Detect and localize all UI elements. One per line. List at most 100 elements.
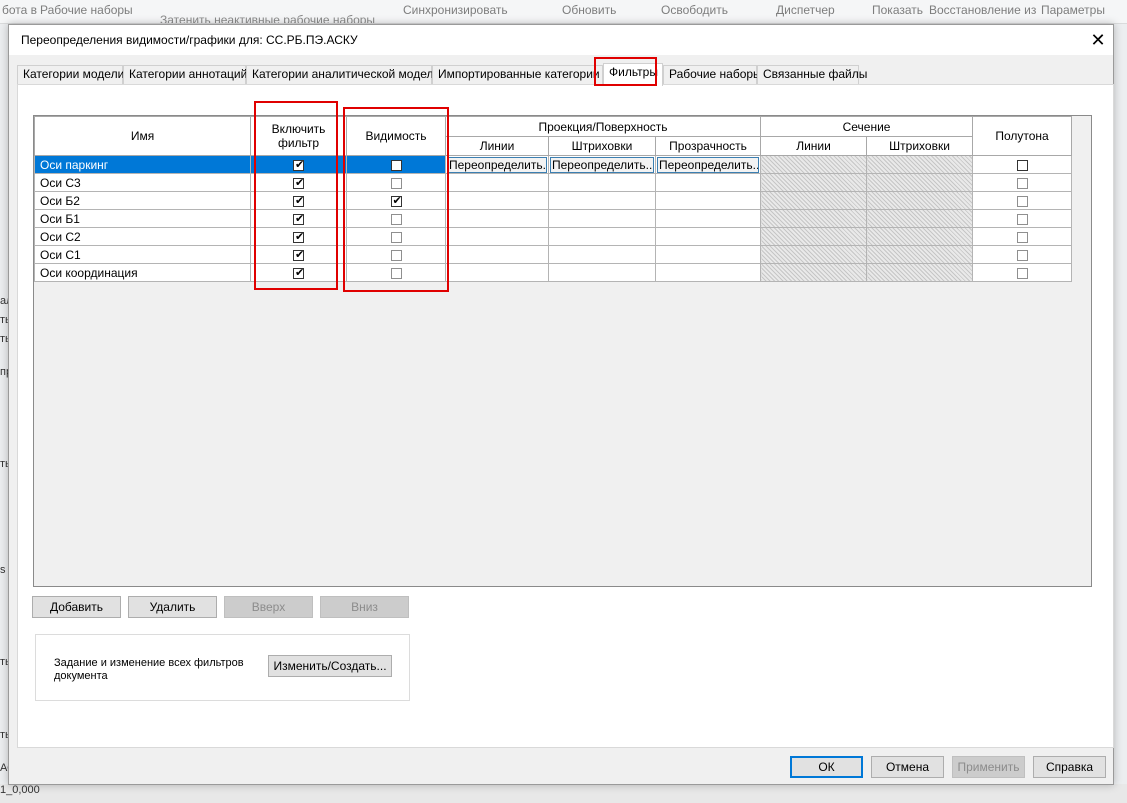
halftone-checkbox[interactable] [1016,195,1028,207]
tab-linked-files[interactable]: Связанные файлы [757,65,867,84]
table-row[interactable]: Оси координация ✔ [34,263,1073,282]
tab-model-categories[interactable]: Категории модели [17,65,124,84]
halftone-cell[interactable] [972,173,1073,192]
visibility-checkbox[interactable] [390,231,402,243]
table-row[interactable]: Оси С1 ✔ [34,245,1073,264]
filters-grid[interactable]: Имя Включить фильтр Видимость Проекция/П… [33,115,1092,587]
filter-name-cell[interactable]: Оси С1 [34,245,251,264]
filter-name-cell[interactable]: Оси Б1 [34,209,251,228]
visibility-cell[interactable] [346,227,446,246]
projection-lines-cell[interactable] [445,263,549,282]
visibility-checkbox[interactable] [390,177,402,189]
column-header-sec-patterns[interactable]: Штриховки [866,136,974,156]
filter-name-cell[interactable]: Оси Б2 [34,191,251,210]
visibility-checkbox[interactable] [390,249,402,261]
projection-transparency-cell[interactable] [654,245,762,264]
tab-filters[interactable]: Фильтры [603,63,663,86]
override-button[interactable]: Переопределить... [447,156,547,173]
tab-worksets[interactable]: Рабочие наборы [663,65,762,84]
enable-filter-checkbox[interactable]: ✔ [293,231,304,243]
enable-filter-checkbox[interactable]: ✔ [293,159,304,171]
tab-analytical-model-categories[interactable]: Категории аналитической модели [246,65,440,84]
projection-patterns-cell[interactable] [548,191,656,210]
enable-filter-checkbox[interactable]: ✔ [293,249,304,261]
projection-lines-cell[interactable] [445,227,549,246]
cancel-button[interactable]: Отмена [871,756,944,778]
tab-annotation-categories[interactable]: Категории аннотаций [123,65,247,84]
halftone-checkbox[interactable] [1016,213,1028,225]
visibility-cell[interactable] [346,209,446,228]
halftone-cell[interactable] [972,191,1073,210]
table-row[interactable]: Оси паркинг ✔ Переопределить... Переопредел… [34,155,1073,174]
halftone-cell[interactable] [972,155,1073,174]
visibility-checkbox[interactable] [390,159,402,171]
enable-filter-cell[interactable]: ✔ [250,209,347,228]
column-header-proj-transparency[interactable]: Прозрачность [654,136,762,156]
halftone-checkbox[interactable] [1016,249,1028,261]
projection-patterns-cell[interactable] [548,227,656,246]
visibility-cell[interactable] [346,155,446,174]
add-filter-button[interactable]: Добавить [32,596,121,618]
visibility-checkbox[interactable]: ✔ [390,195,402,207]
column-header-proj-patterns[interactable]: Штриховки [548,136,656,156]
column-header-name[interactable]: Имя [34,116,251,156]
override-button[interactable]: Переопределить... [550,156,654,173]
enable-filter-checkbox[interactable]: ✔ [293,213,304,225]
filter-name-cell[interactable]: Оси паркинг [34,155,251,174]
filter-name-cell[interactable]: Оси С2 [34,227,251,246]
visibility-cell[interactable] [346,173,446,192]
filter-name-cell[interactable]: Оси С3 [34,173,251,192]
table-row[interactable]: Оси Б1 ✔ [34,209,1073,228]
enable-filter-cell[interactable]: ✔ [250,227,347,246]
enable-filter-checkbox[interactable]: ✔ [293,267,304,279]
column-header-sec-lines[interactable]: Линии [760,136,868,156]
halftone-cell[interactable] [972,209,1073,228]
visibility-cell[interactable] [346,263,446,282]
apply-button[interactable]: Применить [952,756,1025,778]
move-up-button[interactable]: Вверх [224,596,313,618]
projection-lines-cell[interactable] [445,173,549,192]
projection-transparency-cell[interactable]: Переопределить... [654,155,762,174]
projection-lines-cell[interactable]: Переопределить... [445,155,549,174]
halftone-checkbox[interactable] [1016,177,1028,189]
visibility-cell[interactable]: ✔ [346,191,446,210]
column-header-visibility[interactable]: Видимость [346,116,446,156]
halftone-checkbox[interactable] [1016,231,1028,243]
visibility-checkbox[interactable] [390,213,402,225]
projection-transparency-cell[interactable] [654,263,762,282]
remove-filter-button[interactable]: Удалить [128,596,217,618]
enable-filter-checkbox[interactable]: ✔ [293,177,304,189]
halftone-checkbox[interactable] [1016,159,1028,171]
halftone-cell[interactable] [972,227,1073,246]
table-row[interactable]: Оси С2 ✔ [34,227,1073,246]
projection-lines-cell[interactable] [445,245,549,264]
help-button[interactable]: Справка [1033,756,1106,778]
enable-filter-cell[interactable]: ✔ [250,245,347,264]
projection-patterns-cell[interactable]: Переопределить... [548,155,656,174]
halftone-cell[interactable] [972,263,1073,282]
projection-patterns-cell[interactable] [548,209,656,228]
projection-lines-cell[interactable] [445,209,549,228]
table-row[interactable]: Оси С3 ✔ [34,173,1073,192]
enable-filter-checkbox[interactable]: ✔ [293,195,304,207]
halftone-checkbox[interactable] [1016,267,1028,279]
column-header-proj-lines[interactable]: Линии [445,136,549,156]
ok-button[interactable]: ОК [790,756,863,778]
enable-filter-cell[interactable]: ✔ [250,191,347,210]
override-button[interactable]: Переопределить... [657,156,760,173]
visibility-cell[interactable] [346,245,446,264]
column-header-halftone[interactable]: Полутона [972,116,1073,156]
move-down-button[interactable]: Вниз [320,596,409,618]
enable-filter-cell[interactable]: ✔ [250,155,347,174]
projection-transparency-cell[interactable] [654,209,762,228]
projection-transparency-cell[interactable] [654,173,762,192]
projection-patterns-cell[interactable] [548,245,656,264]
projection-transparency-cell[interactable] [654,191,762,210]
halftone-cell[interactable] [972,245,1073,264]
projection-lines-cell[interactable] [445,191,549,210]
column-header-enable-filter[interactable]: Включить фильтр [250,116,347,156]
table-row[interactable]: Оси Б2 ✔ ✔ [34,191,1073,210]
visibility-checkbox[interactable] [390,267,402,279]
enable-filter-cell[interactable]: ✔ [250,173,347,192]
projection-patterns-cell[interactable] [548,263,656,282]
